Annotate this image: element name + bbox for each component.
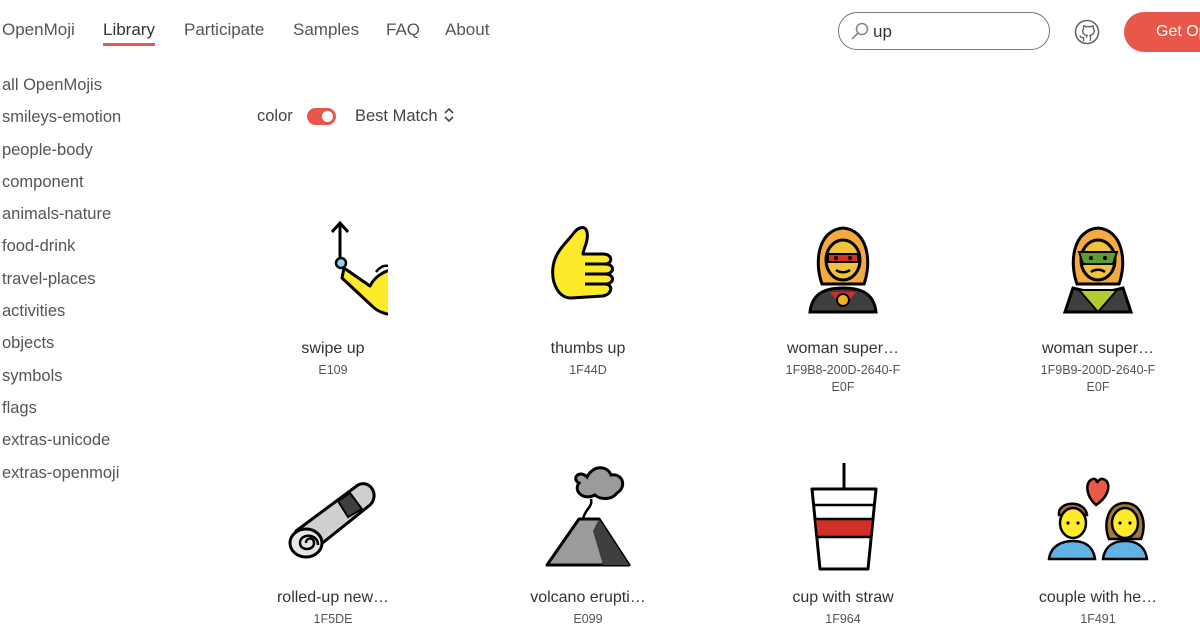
sort-select[interactable]: Best Match: [355, 107, 438, 126]
get-openmoji-button[interactable]: Get Op: [1124, 12, 1200, 52]
sidebar-item-symbols[interactable]: symbols: [2, 365, 121, 397]
emoji-code: 1F9B8-200D-2640-FE0F: [785, 363, 901, 394]
color-toggle[interactable]: [307, 108, 336, 125]
emoji-name: rolled-up new…: [276, 589, 390, 606]
couple-with-heart-emoji: [1047, 477, 1149, 561]
swipe-up-emoji: [330, 220, 388, 316]
search-box[interactable]: [838, 12, 1050, 50]
volcano-eruption-emoji: [545, 466, 631, 567]
sidebar-item-smileys-emotion[interactable]: smileys-emotion: [2, 106, 121, 138]
emoji-name: cup with straw: [792, 589, 894, 606]
search-icon: [851, 22, 869, 40]
rolled-up-newspaper-emoji: [288, 482, 376, 559]
emoji-card-couple-with-heart[interactable]: couple with he… 1F491: [998, 461, 1198, 628]
search-input[interactable]: [871, 18, 1043, 46]
nav-link-participate[interactable]: Participate: [184, 20, 264, 40]
nav-link-library[interactable]: Library: [103, 20, 155, 46]
emoji-name: woman super…: [786, 340, 900, 357]
sidebar-item-extras-openmoji[interactable]: extras-openmoji: [2, 462, 121, 494]
github-icon[interactable]: [1074, 19, 1100, 45]
emoji-code: E099: [573, 612, 603, 626]
emoji-name: volcano erupti…: [530, 589, 646, 606]
emoji-card-thumbs-up[interactable]: thumbs up 1F44D: [488, 212, 688, 379]
emoji-card-woman-supervillain[interactable]: woman super… 1F9B9-200D-2640-FE0F: [998, 212, 1198, 396]
sidebar-item-extras-unicode[interactable]: extras-unicode: [2, 429, 121, 461]
sidebar-item-flags[interactable]: flags: [2, 397, 121, 429]
sidebar-item-food-drink[interactable]: food-drink: [2, 235, 121, 267]
emoji-name: thumbs up: [550, 340, 626, 357]
emoji-name: woman super…: [1041, 340, 1155, 357]
nav-link-samples[interactable]: Samples: [293, 20, 359, 40]
thumbs-up-emoji: [551, 226, 614, 300]
sort-chevron-icon[interactable]: [442, 106, 456, 124]
cup-with-straw-emoji: [810, 463, 878, 571]
sidebar-item-activities[interactable]: activities: [2, 300, 121, 332]
emoji-name: swipe up: [301, 340, 365, 357]
sidebar-item-component[interactable]: component: [2, 171, 121, 203]
nav-link-faq[interactable]: FAQ: [386, 20, 420, 40]
category-sidebar: all OpenMojis smileys-emotion people-bod…: [2, 74, 121, 494]
sidebar-item-objects[interactable]: objects: [2, 332, 121, 364]
emoji-name: couple with he…: [1038, 589, 1158, 606]
nav-link-about[interactable]: About: [445, 20, 489, 40]
sidebar-item-animals-nature[interactable]: animals-nature: [2, 203, 121, 235]
emoji-card-cup-with-straw[interactable]: cup with straw 1F964: [743, 461, 943, 628]
emoji-code: 1F44D: [569, 363, 607, 377]
sidebar-item-all-openmojis[interactable]: all OpenMojis: [2, 74, 121, 106]
emoji-code: 1F491: [1080, 612, 1116, 626]
emoji-code: E109: [318, 363, 348, 377]
emoji-card-rolled-up-newspaper[interactable]: rolled-up new… 1F5DE: [233, 461, 433, 628]
woman-supervillain-emoji: [1062, 226, 1134, 314]
emoji-card-volcano-eruption[interactable]: volcano erupti… E099: [488, 461, 688, 628]
emoji-card-swipe-up[interactable]: swipe up E109: [233, 212, 433, 379]
top-navigation: OpenMoji Library Participate Samples FAQ…: [0, 0, 1200, 62]
emoji-card-woman-superhero[interactable]: woman super… 1F9B8-200D-2640-FE0F: [743, 212, 943, 396]
woman-superhero-emoji: [808, 226, 878, 314]
emoji-code: 1F5DE: [313, 612, 353, 626]
emoji-code: 1F964: [825, 612, 861, 626]
emoji-code: 1F9B9-200D-2640-FE0F: [1040, 363, 1156, 394]
brand-logo-link[interactable]: OpenMoji: [2, 20, 75, 40]
color-toggle-label: color: [257, 107, 293, 125]
sidebar-item-travel-places[interactable]: travel-places: [2, 268, 121, 300]
sidebar-item-people-body[interactable]: people-body: [2, 139, 121, 171]
